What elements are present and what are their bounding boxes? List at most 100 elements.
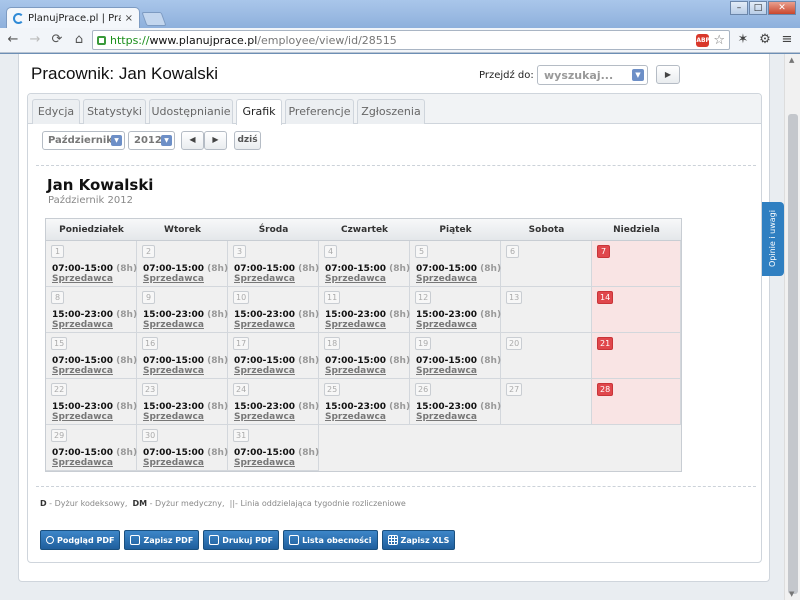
shift-role-link[interactable]: Sprzedawca — [143, 412, 204, 422]
shift-role-link[interactable]: Sprzedawca — [416, 366, 477, 376]
calendar-day-cell[interactable]: 9 15:00-23:00 (8h) Sprzedawca — [137, 287, 228, 333]
tab-edycja[interactable]: Edycja — [32, 99, 80, 124]
maximize-button[interactable]: □ — [749, 1, 767, 15]
menu-icon[interactable]: ≡ — [778, 31, 796, 49]
calendar-day-cell[interactable]: 4 07:00-15:00 (8h) Sprzedawca — [319, 241, 410, 287]
calendar-day-cell[interactable]: 28 — [592, 379, 681, 425]
tab-udostepnianie[interactable]: Udostępnianie — [149, 99, 233, 124]
scroll-thumb[interactable] — [788, 114, 798, 594]
scroll-up-icon[interactable]: ▲ — [789, 56, 794, 64]
shift-role-link[interactable]: Sprzedawca — [416, 320, 477, 330]
address-bar[interactable]: https://www.planujprace.pl/employee/view… — [92, 30, 730, 50]
calendar-day-cell[interactable]: 1 07:00-15:00 (8h) Sprzedawca — [46, 241, 137, 287]
shift-hours-range: 07:00-15:00 — [52, 264, 114, 274]
shift-time: 07:00-15:00 (8h) — [234, 356, 319, 366]
calendar-day-cell[interactable]: 26 15:00-23:00 (8h) Sprzedawca — [410, 379, 501, 425]
shift-role-link[interactable]: Sprzedawca — [234, 320, 295, 330]
extension-icon[interactable]: ✶ — [734, 31, 752, 49]
calendar-day-cell[interactable]: 10 15:00-23:00 (8h) Sprzedawca — [228, 287, 319, 333]
calendar-day-cell[interactable]: 18 07:00-15:00 (8h) Sprzedawca — [319, 333, 410, 379]
goto-button[interactable]: ▶ — [656, 65, 680, 84]
shift-role-link[interactable]: Sprzedawca — [52, 458, 113, 468]
shift-role-link[interactable]: Sprzedawca — [325, 366, 386, 376]
gear-icon[interactable]: ⚙ — [756, 31, 774, 49]
shift-role-link[interactable]: Sprzedawca — [234, 366, 295, 376]
save-xls-button[interactable]: Zapisz XLS — [381, 530, 456, 550]
tab-grafik[interactable]: Grafik — [236, 99, 282, 125]
calendar-day-cell[interactable]: 19 07:00-15:00 (8h) Sprzedawca — [410, 333, 501, 379]
calendar-day-cell[interactable]: 8 15:00-23:00 (8h) Sprzedawca — [46, 287, 137, 333]
month-select[interactable]: Październik ▼ — [42, 131, 125, 150]
adblock-icon[interactable]: ABP — [696, 33, 710, 47]
shift-role-link[interactable]: Sprzedawca — [52, 412, 113, 422]
prev-month-button[interactable]: ◀ — [181, 131, 204, 150]
shift-duration: (8h) — [116, 356, 138, 366]
shift-role-link[interactable]: Sprzedawca — [234, 412, 295, 422]
shift-role-link[interactable]: Sprzedawca — [52, 320, 113, 330]
goto-label: Przejdź do: — [479, 70, 534, 81]
shift-role-link[interactable]: Sprzedawca — [416, 274, 477, 284]
shift-role-link[interactable]: Sprzedawca — [416, 412, 477, 422]
today-button[interactable]: dziś — [234, 131, 261, 150]
back-icon[interactable]: ← — [4, 31, 22, 49]
year-select[interactable]: 2012 ▼ — [128, 131, 175, 150]
page-scrollbar[interactable]: ▲ ▼ — [784, 54, 800, 600]
calendar-day-cell[interactable]: 30 07:00-15:00 (8h) Sprzedawca — [137, 425, 228, 471]
calendar-day-cell[interactable]: 12 15:00-23:00 (8h) Sprzedawca — [410, 287, 501, 333]
calendar-day-cell[interactable]: 23 15:00-23:00 (8h) Sprzedawca — [137, 379, 228, 425]
calendar-day-cell[interactable]: 20 — [501, 333, 592, 379]
calendar-day-cell[interactable]: 11 15:00-23:00 (8h) Sprzedawca — [319, 287, 410, 333]
calendar-day-cell[interactable]: 25 15:00-23:00 (8h) Sprzedawca — [319, 379, 410, 425]
calendar-day-cell[interactable]: 29 07:00-15:00 (8h) Sprzedawca — [46, 425, 137, 471]
calendar-day-cell[interactable]: 24 15:00-23:00 (8h) Sprzedawca — [228, 379, 319, 425]
shift-role-link[interactable]: Sprzedawca — [143, 366, 204, 376]
tab-zgloszenia[interactable]: Zgłoszenia — [357, 99, 425, 124]
browser-tab[interactable]: PlanujPrace.pl | Pracownik: Ja × — [6, 7, 140, 29]
shift-role-link[interactable]: Sprzedawca — [52, 274, 113, 284]
calendar-day-cell[interactable]: 16 07:00-15:00 (8h) Sprzedawca — [137, 333, 228, 379]
tab-preferencje[interactable]: Preferencje — [285, 99, 354, 124]
shift-time: 15:00-23:00 (8h) — [52, 310, 137, 320]
calendar-day-cell[interactable]: 2 07:00-15:00 (8h) Sprzedawca — [137, 241, 228, 287]
save-pdf-button[interactable]: Zapisz PDF — [124, 530, 200, 550]
print-pdf-button[interactable]: Drukuj PDF — [203, 530, 280, 550]
calendar-day-cell[interactable]: 15 07:00-15:00 (8h) Sprzedawca — [46, 333, 137, 379]
shift-role-link[interactable]: Sprzedawca — [143, 320, 204, 330]
shift-role-link[interactable]: Sprzedawca — [234, 274, 295, 284]
minimize-button[interactable]: – — [730, 1, 748, 15]
preview-pdf-button[interactable]: Podgląd PDF — [40, 530, 121, 550]
shift-role-link[interactable]: Sprzedawca — [234, 458, 295, 468]
shift-role-link[interactable]: Sprzedawca — [325, 274, 386, 284]
calendar-day-cell[interactable]: 21 — [592, 333, 681, 379]
bookmark-star-icon[interactable]: ☆ — [713, 33, 725, 48]
tab-close-icon[interactable]: × — [125, 13, 133, 24]
home-icon[interactable]: ⌂ — [70, 31, 88, 49]
shift-role-link[interactable]: Sprzedawca — [325, 320, 386, 330]
calendar-day-cell[interactable]: 7 — [592, 241, 681, 287]
new-tab-button[interactable] — [141, 12, 167, 26]
calendar-day-cell[interactable]: 22 15:00-23:00 (8h) Sprzedawca — [46, 379, 137, 425]
calendar-day-cell[interactable]: 13 — [501, 287, 592, 333]
scroll-down-icon[interactable]: ▼ — [789, 590, 794, 598]
calendar-day-cell[interactable]: 6 — [501, 241, 592, 287]
calendar-day-cell[interactable]: 3 07:00-15:00 (8h) Sprzedawca — [228, 241, 319, 287]
calendar-day-cell[interactable]: 27 — [501, 379, 592, 425]
tab-statystyki[interactable]: Statystyki — [83, 99, 146, 124]
attendance-list-button[interactable]: Lista obecności — [283, 530, 378, 550]
shift-role-link[interactable]: Sprzedawca — [325, 412, 386, 422]
next-month-button[interactable]: ▶ — [204, 131, 227, 150]
feedback-tab[interactable]: Opinie i uwagi — [762, 202, 784, 276]
close-window-button[interactable]: ✕ — [768, 1, 796, 15]
employee-panel: Edycja Statystyki Udostępnianie Grafik P… — [27, 93, 762, 563]
calendar-day-cell[interactable]: 17 07:00-15:00 (8h) Sprzedawca — [228, 333, 319, 379]
shift-role-link[interactable]: Sprzedawca — [52, 366, 113, 376]
shift-hours-range: 07:00-15:00 — [52, 448, 114, 458]
calendar-day-cell[interactable]: 5 07:00-15:00 (8h) Sprzedawca — [410, 241, 501, 287]
shift-role-link[interactable]: Sprzedawca — [143, 458, 204, 468]
shift-role-link[interactable]: Sprzedawca — [143, 274, 204, 284]
calendar-day-cell[interactable]: 14 — [592, 287, 681, 333]
reload-icon[interactable]: ⟳ — [48, 31, 66, 49]
calendar-day-cell[interactable]: 31 07:00-15:00 (8h) Sprzedawca — [228, 425, 319, 471]
goto-search-select[interactable]: wyszukaj... ▼ — [537, 65, 648, 85]
forward-icon[interactable]: → — [26, 31, 44, 49]
